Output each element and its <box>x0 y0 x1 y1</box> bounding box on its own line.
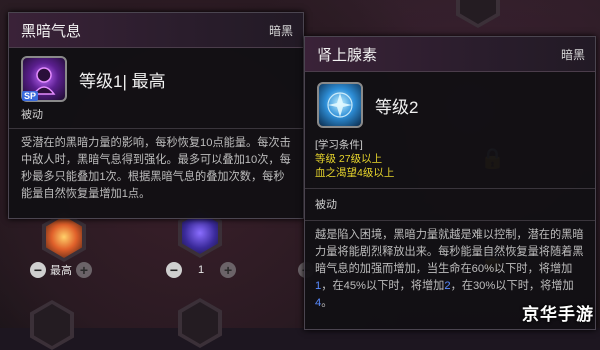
adrenaline-skill-icon <box>317 82 363 128</box>
skill-description: 越是陷入困境，黑暗力量就越是难以控制，潜在的黑暗力量将能剧烈释放出来。每秒能量自… <box>305 221 595 312</box>
tooltip-header: 黑暗气息 暗黑 <box>9 13 303 48</box>
skill-name: 肾上腺素 <box>317 46 378 64</box>
skill-level-stepper: − 最高 + <box>30 262 92 278</box>
skill-element-tag: 暗黑 <box>268 23 293 38</box>
skill-level-value: 1 <box>198 264 205 276</box>
skill-type-label: 被动 <box>21 109 43 121</box>
skill-tooltip-dark-aura: 黑暗气息 暗黑 SP 等级1| 最高 被动 受潜在的黑暗力量的影响，每秒恢复10… <box>8 12 304 219</box>
requirements-header: [学习条件] <box>315 139 363 151</box>
plus-button[interactable]: + <box>220 262 237 278</box>
skill-level-stepper: − 1 + <box>166 262 237 278</box>
skill-level-text: 等级2 <box>375 97 419 117</box>
plus-button[interactable]: + <box>76 262 92 278</box>
desc-text: 越是陷入困境，黑暗力量就越是难以控制，潜在的黑暗力量将能剧烈释放出来。每秒能量自… <box>315 229 584 275</box>
minus-button[interactable]: − <box>30 262 46 278</box>
skill-tooltip-adrenaline: 肾上腺素 暗黑 等级2 [学习条件] 等级 27级以上 血之渴望4级以上 被动 … <box>304 36 596 330</box>
learning-requirements: [学习条件] 等级 27级以上 血之渴望4级以上 <box>305 128 595 180</box>
desc-text: ，在30%以下时，将增加 <box>450 280 574 292</box>
skill-summary: SP 等级1| 最高 <box>9 48 303 102</box>
desc-text: ，在45%以下时，将增加 <box>321 280 445 292</box>
skill-element-tag: 暗黑 <box>560 47 585 62</box>
tooltip-header: 肾上腺素 暗黑 <box>305 37 595 72</box>
site-watermark: 京华手游 <box>522 305 594 324</box>
requirement-prereq-skill: 血之渴望4级以上 <box>315 167 395 179</box>
requirement-level: 等级 27级以上 <box>315 153 383 165</box>
minus-button[interactable]: − <box>166 262 182 278</box>
skill-level-value: 最高 <box>50 265 72 277</box>
skill-description: 受潜在的黑暗力量的影响，每秒恢复10点能量。每次击中敌人时，黑暗气息得到强化。最… <box>21 137 291 200</box>
desc-text: 。 <box>321 297 333 309</box>
dark-aura-skill-icon: SP <box>21 56 67 102</box>
skill-level-text: 等级1| 最高 <box>79 71 166 91</box>
skill-name: 黑暗气息 <box>21 22 82 40</box>
skill-type-label: 被动 <box>315 199 337 211</box>
skill-summary: 等级2 <box>305 72 595 128</box>
sp-badge: SP <box>22 91 39 101</box>
